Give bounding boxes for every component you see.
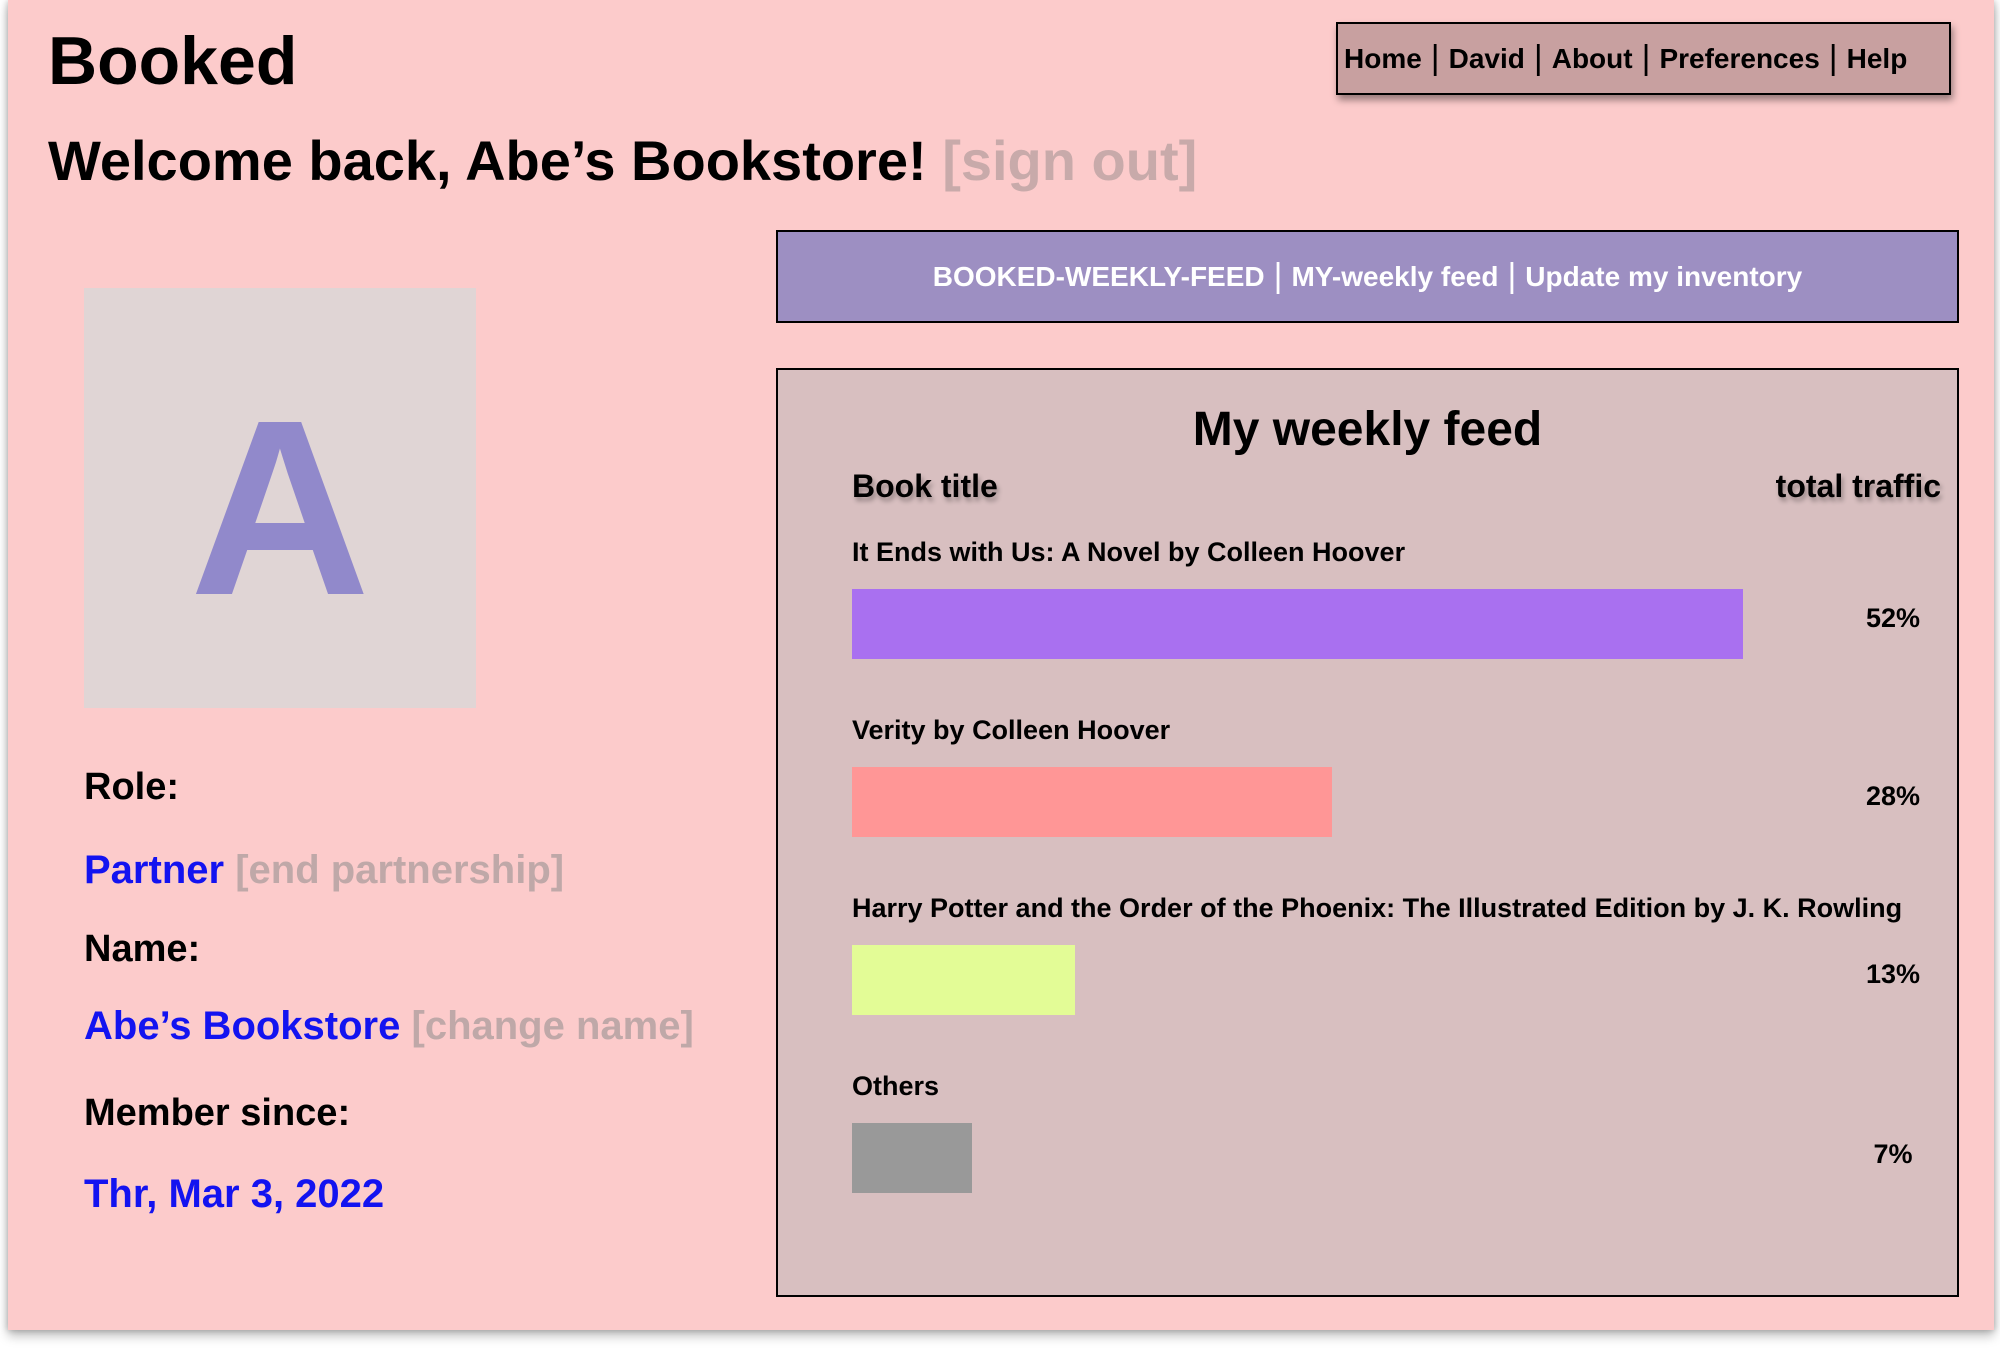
book-title-2[interactable]: Verity by Colleen Hoover (852, 715, 1170, 746)
sign-out-link[interactable]: [sign out] (942, 129, 1197, 192)
nav-home[interactable]: Home (1344, 43, 1422, 75)
welcome-text: Welcome back, Abe’s Bookstore! (48, 129, 927, 192)
role-value[interactable]: Partner (84, 848, 224, 892)
end-partnership-link[interactable]: [end partnership] (235, 848, 564, 892)
nav-about[interactable]: About (1552, 43, 1633, 75)
top-nav: Home | David | About | Preferences | Hel… (1336, 22, 1951, 95)
app-logo[interactable]: Booked (48, 22, 297, 100)
book-title-3[interactable]: Harry Potter and the Order of the Phoeni… (852, 893, 1902, 924)
nav-separator: | (1828, 39, 1838, 77)
traffic-bar-3 (852, 945, 1075, 1015)
nav-david[interactable]: David (1449, 43, 1525, 75)
traffic-percent-4: 7% (1873, 1139, 1913, 1169)
role-label: Role: (84, 766, 179, 808)
column-header-book-title: Book title (852, 468, 998, 504)
nav-separator: | (1641, 39, 1651, 77)
nav-separator: | (1533, 39, 1543, 77)
name-value[interactable]: Abe’s Bookstore (84, 1004, 400, 1048)
book-title-4[interactable]: Others (852, 1071, 939, 1102)
nav-separator: | (1430, 39, 1440, 77)
traffic-bar-4 (852, 1123, 972, 1193)
tab-my-weekly-feed[interactable]: MY-weekly feed (1291, 261, 1498, 293)
book-title-1[interactable]: It Ends with Us: A Novel by Colleen Hoov… (852, 537, 1405, 568)
name-label: Name: (84, 928, 201, 970)
avatar: A (84, 288, 476, 708)
tab-separator: | (1507, 257, 1517, 295)
page: Booked Home | David | About | Preference… (8, 0, 1994, 1330)
change-name-link[interactable]: [change name] (412, 1004, 694, 1048)
role-row: Partner [end partnership] (84, 848, 564, 893)
weekly-feed-panel: My weekly feed Book title total traffic … (776, 368, 1959, 1297)
nav-help[interactable]: Help (1847, 43, 1908, 75)
nav-preferences[interactable]: Preferences (1659, 43, 1819, 75)
traffic-percent-1: 52% (1865, 603, 1921, 633)
traffic-bar-2 (852, 767, 1332, 837)
welcome-heading: Welcome back, Abe’s Bookstore! [sign out… (48, 128, 1197, 193)
member-since-label: Member since: (84, 1092, 351, 1134)
traffic-bar-1 (852, 589, 1743, 659)
feed-tabs: BOOKED-WEEKLY-FEED | MY-weekly feed | Up… (776, 230, 1959, 323)
traffic-percent-3: 13% (1865, 959, 1921, 989)
tab-update-inventory[interactable]: Update my inventory (1525, 261, 1802, 293)
tab-separator: | (1273, 257, 1283, 295)
name-row: Abe’s Bookstore [change name] (84, 1004, 694, 1049)
member-since-value[interactable]: Thr, Mar 3, 2022 (84, 1172, 384, 1217)
column-header-total-traffic: total traffic (1775, 468, 1941, 504)
tab-booked-weekly-feed[interactable]: BOOKED-WEEKLY-FEED (933, 261, 1265, 293)
avatar-letter: A (189, 368, 371, 647)
traffic-percent-2: 28% (1865, 781, 1921, 811)
feed-title: My weekly feed (1192, 403, 1543, 456)
